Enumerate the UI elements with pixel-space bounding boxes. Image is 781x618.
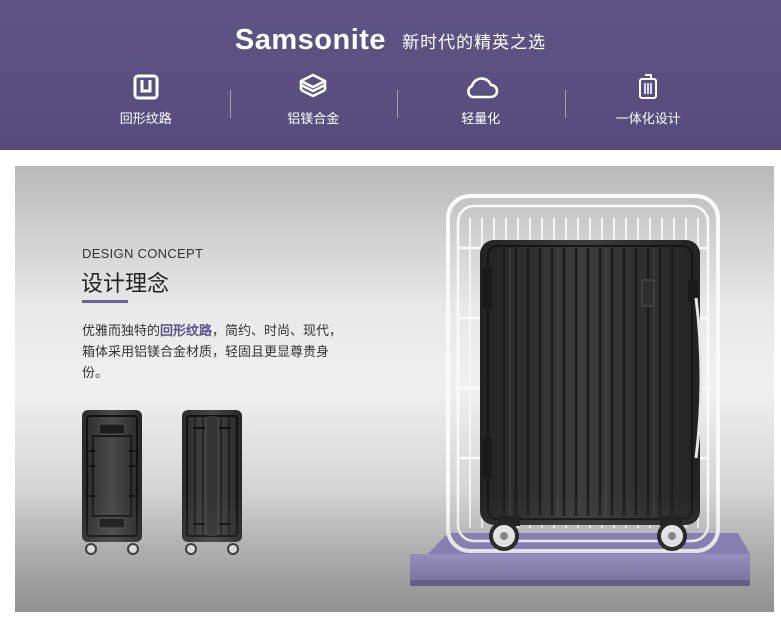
- description-text: 优雅而独特的: [82, 324, 161, 339]
- feature-label: 铝镁合金: [287, 112, 340, 127]
- feature-alloy[interactable]: 铝镁合金: [229, 72, 398, 127]
- description-highlight: 回形纹路: [160, 324, 213, 339]
- feature-label: 一体化设计: [615, 112, 681, 127]
- suitcase-side-view-image: [79, 406, 145, 562]
- accent-divider: [82, 300, 128, 303]
- feature-bar: 回形纹路 铝镁合金 轻量化 一体化设计: [62, 72, 732, 132]
- feature-label: 回形纹路: [119, 112, 172, 127]
- brand-header: Samsonite 新时代的精英之选 回形纹路 铝镁合金 轻量化 一体化设计: [0, 0, 781, 150]
- feature-label: 轻量化: [461, 112, 501, 127]
- concept-title-zh: 设计理念: [81, 272, 170, 297]
- brand-slogan: 新时代的精英之选: [402, 32, 547, 53]
- brand-logo: Samsonite: [234, 23, 387, 56]
- suitcase-main-image: [410, 188, 760, 604]
- brand-row: Samsonite 新时代的精英之选: [0, 20, 781, 60]
- luggage-icon: [637, 72, 659, 102]
- cube-icon: [298, 72, 328, 102]
- product-panel: DESIGN CONCEPT 设计理念 优雅而独特的回形纹路，简约、时尚、现代，…: [15, 166, 774, 612]
- feature-lightweight[interactable]: 轻量化: [397, 72, 565, 127]
- cloud-icon: [463, 72, 499, 102]
- feature-ribbed-pattern[interactable]: 回形纹路: [62, 72, 230, 127]
- ribbed-pattern-icon: [133, 72, 159, 102]
- concept-description: 优雅而独特的回形纹路，简约、时尚、现代，箱体采用铝镁合金材质，轻固且更显尊贵身份…: [82, 321, 352, 384]
- feature-integrated-design[interactable]: 一体化设计: [564, 72, 733, 127]
- suitcase-back-view-image: [179, 406, 245, 562]
- concept-title-en: DESIGN CONCEPT: [82, 246, 204, 261]
